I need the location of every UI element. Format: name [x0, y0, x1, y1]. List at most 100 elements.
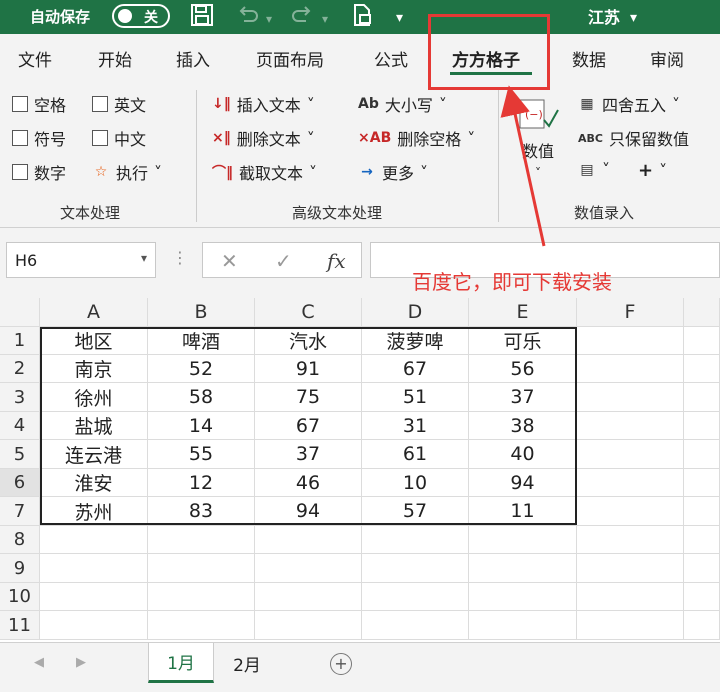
table-cell[interactable]: [577, 355, 684, 383]
table-cell[interactable]: [362, 554, 469, 583]
sheet-tab-jan[interactable]: 1月: [148, 643, 214, 683]
table-cell[interactable]: [362, 611, 469, 640]
execute-button[interactable]: ☆ 执行 ˅: [92, 160, 162, 184]
table-cell[interactable]: [684, 611, 720, 640]
extract-text-button[interactable]: ⌒‖ 截取文本 ˅: [212, 160, 317, 184]
drag-handle-icon[interactable]: ⋮: [172, 248, 188, 267]
table-cell[interactable]: 盐城: [40, 412, 148, 440]
table-cell[interactable]: [684, 469, 720, 497]
table-cell[interactable]: [577, 526, 684, 554]
table-cell[interactable]: 55: [148, 440, 255, 469]
checkbox-number[interactable]: 数字: [12, 160, 66, 184]
autosave-toggle[interactable]: 关: [112, 4, 170, 28]
table-cell[interactable]: [577, 497, 684, 526]
case-button[interactable]: Ab 大小写 ˅: [358, 92, 447, 116]
table-cell[interactable]: [577, 583, 684, 611]
confirm-icon[interactable]: ✓: [275, 249, 292, 273]
column-header-d[interactable]: D: [362, 298, 469, 327]
table-cell[interactable]: [255, 526, 362, 554]
tab-review[interactable]: 审阅: [650, 46, 684, 71]
add-sheet-icon[interactable]: +: [330, 653, 352, 675]
table-cell[interactable]: 淮安: [40, 469, 148, 497]
value-button[interactable]: (−) 数值 ˅: [516, 98, 560, 180]
table-cell[interactable]: 46: [255, 469, 362, 497]
table-cell[interactable]: [577, 383, 684, 412]
table-cell[interactable]: [255, 611, 362, 640]
sheet-next-icon[interactable]: ▶: [76, 655, 86, 670]
table-cell[interactable]: [577, 327, 684, 355]
row-header-6[interactable]: 6: [0, 469, 40, 497]
table-cell[interactable]: 31: [362, 412, 469, 440]
table-cell[interactable]: 75: [255, 383, 362, 412]
checkbox-chinese[interactable]: 中文: [92, 126, 146, 150]
table-cell[interactable]: [148, 526, 255, 554]
table-cell[interactable]: [469, 583, 577, 611]
table-cell[interactable]: [469, 554, 577, 583]
table-cell[interactable]: [255, 554, 362, 583]
row-header-1[interactable]: 1: [0, 327, 40, 355]
table-cell[interactable]: [684, 526, 720, 554]
table-cell[interactable]: 11: [469, 497, 577, 526]
edit-values-button[interactable]: ▤ ˅: [578, 160, 610, 179]
table-cell[interactable]: [577, 469, 684, 497]
table-cell[interactable]: 67: [255, 412, 362, 440]
row-header-11[interactable]: 11: [0, 611, 40, 640]
table-cell[interactable]: [469, 526, 577, 554]
column-header-f[interactable]: F: [577, 298, 684, 327]
sheet-tab-feb[interactable]: 2月: [216, 643, 278, 683]
table-cell[interactable]: 91: [255, 355, 362, 383]
table-cell[interactable]: [684, 583, 720, 611]
add-button[interactable]: + ˅: [638, 160, 667, 181]
table-cell[interactable]: 南京: [40, 355, 148, 383]
table-cell[interactable]: 52: [148, 355, 255, 383]
redo-icon[interactable]: [290, 3, 314, 34]
checkbox-box[interactable]: [92, 130, 108, 146]
table-cell[interactable]: 61: [362, 440, 469, 469]
table-cell[interactable]: [577, 611, 684, 640]
insert-text-button[interactable]: ↓‖ 插入文本 ˅: [212, 92, 315, 116]
account-name[interactable]: 江苏: [588, 4, 620, 28]
table-cell[interactable]: [684, 497, 720, 526]
table-cell[interactable]: 菠萝啤: [362, 327, 469, 355]
table-cell[interactable]: [40, 583, 148, 611]
table-cell[interactable]: 57: [362, 497, 469, 526]
more-icon[interactable]: ▾: [396, 5, 403, 31]
table-cell[interactable]: [40, 526, 148, 554]
table-cell[interactable]: [577, 412, 684, 440]
table-cell[interactable]: 12: [148, 469, 255, 497]
keep-numeric-button[interactable]: ABC 只保留数值: [578, 126, 689, 150]
account-chevron-icon[interactable]: ▾: [630, 5, 637, 31]
chevron-down-icon[interactable]: ▾: [141, 251, 147, 265]
table-cell[interactable]: [362, 526, 469, 554]
table-cell[interactable]: 汽水: [255, 327, 362, 355]
table-cell[interactable]: [684, 327, 720, 355]
table-cell[interactable]: 38: [469, 412, 577, 440]
delete-space-button[interactable]: ×AB 删除空格 ˅: [358, 126, 475, 150]
table-cell[interactable]: [684, 412, 720, 440]
tab-file[interactable]: 文件: [18, 46, 52, 71]
sheet-prev-icon[interactable]: ◀: [34, 655, 44, 670]
checkbox-space[interactable]: 空格: [12, 92, 66, 116]
checkbox-symbol[interactable]: 符号: [12, 126, 66, 150]
checkbox-box[interactable]: [92, 96, 108, 112]
select-all-corner[interactable]: [0, 298, 40, 327]
redo-dropdown-icon[interactable]: ▾: [322, 6, 328, 32]
table-cell[interactable]: [469, 611, 577, 640]
checkbox-english[interactable]: 英文: [92, 92, 146, 116]
row-header-7[interactable]: 7: [0, 497, 40, 526]
insert-function-icon[interactable]: fx: [327, 249, 346, 273]
tab-formulas[interactable]: 公式: [374, 46, 408, 71]
name-box[interactable]: H6 ▾: [6, 242, 156, 278]
table-cell[interactable]: 37: [469, 383, 577, 412]
cancel-icon[interactable]: ✕: [221, 249, 238, 273]
delete-text-button[interactable]: ×‖ 删除文本 ˅: [212, 126, 315, 150]
column-header-c[interactable]: C: [255, 298, 362, 327]
table-cell[interactable]: 徐州: [40, 383, 148, 412]
row-header-3[interactable]: 3: [0, 383, 40, 412]
column-header-e[interactable]: E: [469, 298, 577, 327]
table-cell[interactable]: [40, 611, 148, 640]
table-cell[interactable]: [40, 554, 148, 583]
row-header-4[interactable]: 4: [0, 412, 40, 440]
checkbox-box[interactable]: [12, 130, 28, 146]
print-icon[interactable]: [350, 3, 374, 34]
